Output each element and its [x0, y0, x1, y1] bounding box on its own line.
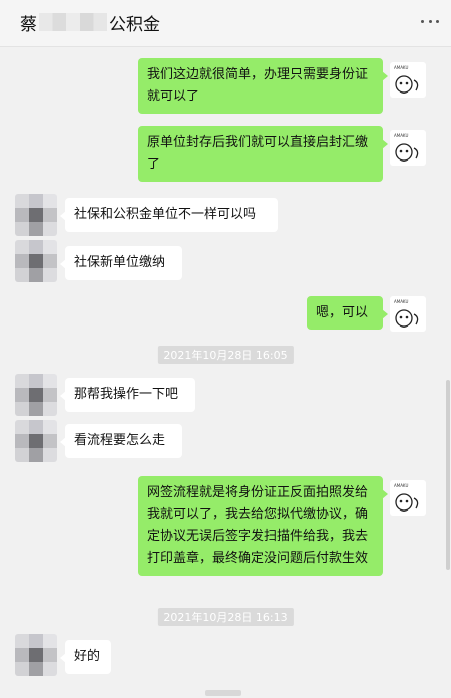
contact-avatar[interactable]: [15, 374, 57, 416]
my-avatar[interactable]: AMAKU: [390, 296, 426, 332]
contact-avatar[interactable]: [15, 194, 57, 236]
contact-avatar[interactable]: [15, 240, 57, 282]
title-prefix: 蔡: [20, 14, 37, 35]
svg-text:AMAKU: AMAKU: [394, 65, 408, 70]
timestamp: 2021年10月28日 16:05: [157, 346, 294, 364]
chat-title: 蔡 公积金: [20, 10, 160, 35]
message-bubble-out[interactable]: 我们这边就很简单，办理只需要身份证就可以了: [138, 58, 388, 114]
my-avatar[interactable]: AMAKU: [390, 62, 426, 98]
message-bubble-in[interactable]: 好的: [60, 640, 111, 674]
timestamp: 2021年10月28日 16:13: [157, 608, 294, 626]
message-bubble-out[interactable]: 嗯，可以: [307, 296, 388, 330]
title-suffix: 公积金: [109, 14, 160, 35]
message-bubble-out[interactable]: 原单位封存后我们就可以直接启封汇缴了: [138, 126, 388, 182]
contact-avatar[interactable]: [15, 634, 57, 676]
contact-avatar[interactable]: [15, 420, 57, 462]
blurred-name: [39, 13, 107, 31]
svg-text:AMAKU: AMAKU: [394, 483, 408, 488]
scroll-handle[interactable]: [205, 690, 241, 696]
message-bubble-in[interactable]: 社保新单位缴纳: [60, 246, 182, 280]
svg-text:AMAKU: AMAKU: [394, 133, 408, 138]
message-bubble-out[interactable]: 网签流程就是将身份证正反面拍照发给我就可以了，我去给您拟代缴协议，确定协议无误后…: [138, 476, 388, 576]
svg-text:AMAKU: AMAKU: [394, 299, 408, 304]
my-avatar[interactable]: AMAKU: [390, 130, 426, 166]
message-bubble-in[interactable]: 社保和公积金单位不一样可以吗: [60, 198, 278, 232]
my-avatar[interactable]: AMAKU: [390, 480, 426, 516]
message-bubble-in[interactable]: 那帮我操作一下吧: [60, 378, 195, 412]
chat-header: 蔡 公积金: [0, 0, 451, 47]
message-bubble-in[interactable]: 看流程要怎么走: [60, 424, 182, 458]
scrollbar[interactable]: [446, 380, 450, 570]
more-dots-icon[interactable]: [421, 14, 439, 28]
